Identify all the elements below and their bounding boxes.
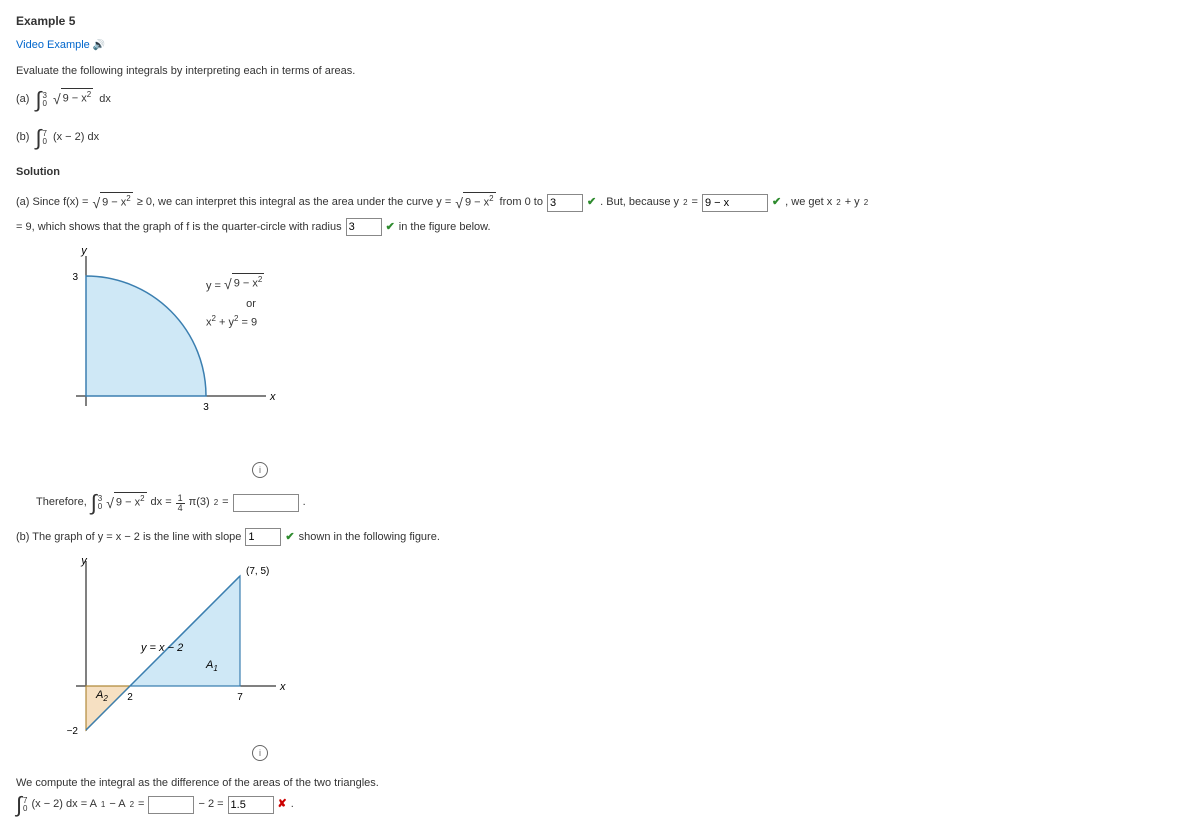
cp-lower: 0 — [23, 805, 27, 813]
sola-mid3b: = — [692, 194, 698, 212]
info-icon[interactable]: i — [252, 462, 268, 478]
sola-mid4c: = 9, which shows that the graph of f is … — [16, 219, 342, 237]
th-eq2: = — [222, 494, 228, 512]
cp-s1: 1 — [101, 799, 105, 812]
compute-equation: ∫ 7 0 (x − 2) dx = A1 − A2 = − 2 = ✘ . — [16, 796, 1184, 814]
sola-mid1: ≥ 0, we can interpret this integral as t… — [137, 194, 452, 212]
label-a: (a) — [16, 91, 29, 109]
integral-a: ∫ 3 0 — [35, 91, 46, 109]
problem-b: (b) ∫ 7 0 (x − 2) dx — [16, 129, 1184, 147]
label-b: (b) — [16, 129, 29, 147]
answer-therefore[interactable] — [233, 494, 299, 512]
solution-a-text: (a) Since f(x) = √9 − x2 ≥ 0, we can int… — [16, 192, 1184, 236]
example-title: Example 5 — [16, 12, 1184, 31]
fig1-y: y — [80, 246, 88, 257]
answer-a2[interactable] — [702, 194, 768, 212]
th-pi: π(3) — [189, 494, 210, 512]
answer-compute-1[interactable] — [148, 796, 194, 814]
speaker-icon: 🔊 — [93, 40, 105, 51]
sqrt-a: √ 9 − x2 — [53, 88, 93, 110]
figure-line-triangles: y x (7, 5) 2 7 −2 y = x − 2 A1 A2 i — [56, 556, 1184, 762]
sola-mid4b: + y — [845, 194, 860, 212]
fig1-eq1: y = √9 − x2 — [206, 273, 296, 296]
therefore-line: Therefore, ∫ 3 0 √9 − x2 dx = 14 π(3)2 =… — [36, 492, 1184, 514]
check-icon: ✔ — [386, 219, 395, 237]
sola-mid2: from 0 to — [500, 194, 543, 212]
answer-compute-2[interactable] — [228, 796, 274, 814]
cp-s2: 2 — [130, 799, 134, 812]
sola-mid5: in the figure below. — [399, 219, 491, 237]
th-dot: . — [303, 494, 306, 512]
th-fd: 4 — [176, 504, 185, 513]
fig1-tick3y: 3 — [72, 272, 78, 283]
th-eq: dx = — [151, 494, 172, 512]
answer-b-slope[interactable] — [245, 528, 281, 546]
svg-text:7: 7 — [237, 692, 243, 703]
integrand-b: (x − 2) dx — [53, 129, 99, 147]
sqarg-a: 9 − x — [63, 93, 87, 105]
therefore-label: Therefore, — [36, 494, 87, 512]
answer-a1[interactable] — [547, 194, 583, 212]
answer-a3[interactable] — [346, 218, 382, 236]
cp-mid: − 2 = — [198, 796, 223, 814]
solution-b-text: (b) The graph of y = x − 2 is the line w… — [16, 528, 1184, 546]
svg-text:y: y — [80, 556, 88, 567]
check-icon: ✔ — [772, 194, 781, 212]
solution-heading: Solution — [16, 164, 1184, 182]
video-example-label: Video Example — [16, 39, 90, 51]
th-lower: 0 — [98, 503, 102, 511]
figure-quarter-circle: 3 3 y x y = √9 − x2 or x2 + y2 = 9 i — [56, 246, 1184, 480]
solb-prefix: (b) The graph of y = x − 2 is the line w… — [16, 529, 241, 547]
svg-text:−2: −2 — [67, 726, 79, 737]
sola-prefix: (a) Since f(x) = — [16, 194, 88, 212]
sola-mid3: . But, because y — [600, 194, 679, 212]
check-icon: ✔ — [285, 529, 294, 547]
svg-text:2: 2 — [127, 692, 133, 703]
dx-a: dx — [99, 91, 111, 109]
compute-text: We compute the integral as the differenc… — [16, 775, 1184, 793]
sola-sq1: 9 − x — [102, 197, 126, 209]
svg-text:(7, 5): (7, 5) — [246, 566, 269, 577]
fig1-or: or — [206, 296, 296, 314]
sola-sq2: 9 − x — [465, 197, 489, 209]
lower-a: 0 — [42, 100, 46, 108]
fig1-x: x — [269, 391, 276, 403]
svg-text:y = x − 2: y = x − 2 — [140, 642, 183, 654]
cp-integrand: (x − 2) dx = A — [31, 796, 96, 814]
info-icon[interactable]: i — [252, 745, 268, 761]
problem-a: (a) ∫ 3 0 √ 9 − x2 dx — [16, 88, 1184, 110]
cross-icon: ✘ — [278, 796, 287, 814]
instruction-text: Evaluate the following integrals by inte… — [16, 63, 1184, 81]
cp-minus: − A — [109, 796, 125, 814]
check-icon: ✔ — [587, 194, 596, 212]
cp-dot: . — [291, 796, 294, 814]
integral-b: ∫ 7 0 — [35, 129, 46, 147]
fig1-tick3x: 3 — [203, 402, 209, 413]
solb-suffix: shown in the following figure. — [299, 529, 440, 547]
th-sq: 9 − x — [116, 497, 140, 509]
fig1-eq2: x2 + y2 = 9 — [206, 313, 296, 332]
lower-b: 0 — [42, 138, 46, 146]
video-example-link[interactable]: Video Example 🔊 — [16, 37, 1184, 55]
cp-upper: 7 — [23, 797, 27, 805]
cp-eq: = — [138, 796, 144, 814]
sola-mid4: , we get x — [785, 194, 832, 212]
svg-text:x: x — [279, 681, 286, 693]
